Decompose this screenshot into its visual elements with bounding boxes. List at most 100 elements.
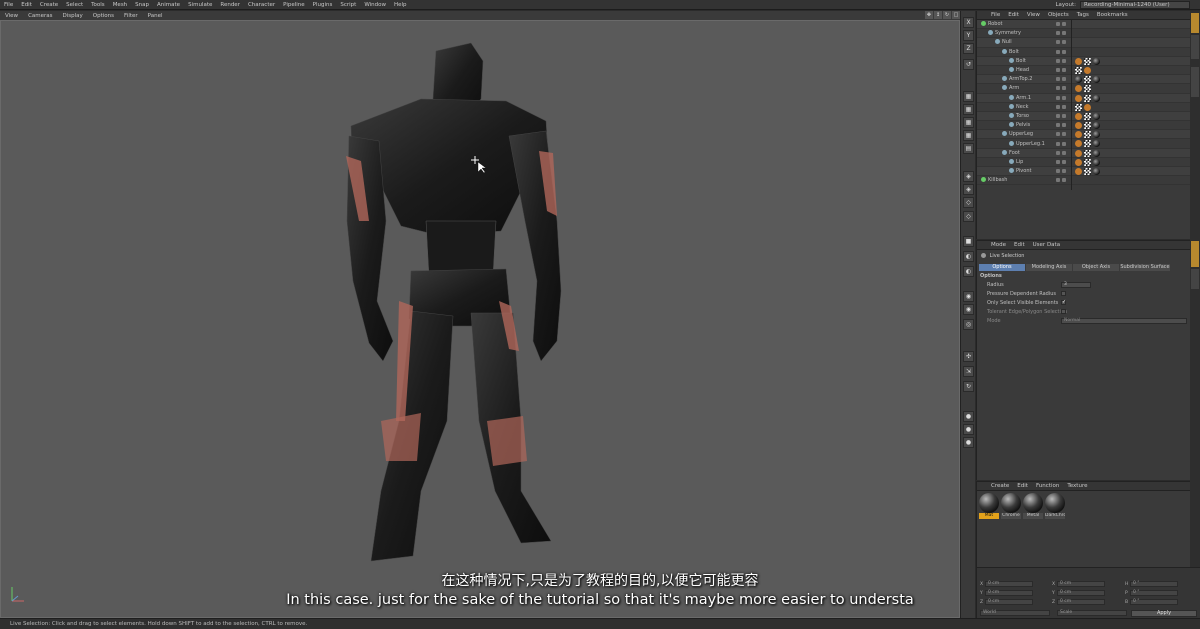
- menu-animate[interactable]: Animate: [153, 0, 184, 10]
- object-row[interactable]: Foot: [977, 148, 1190, 158]
- material-tag-icon[interactable]: [1093, 140, 1100, 148]
- uvw-tag-icon[interactable]: [1075, 66, 1082, 74]
- object-row[interactable]: Torso: [977, 111, 1190, 122]
- rotate-view-icon[interactable]: ↻: [943, 11, 951, 19]
- scale-tool-icon[interactable]: ⇲: [963, 366, 974, 377]
- visibility-render-icon[interactable]: [1062, 40, 1066, 45]
- workplane-icon[interactable]: ◇: [963, 197, 974, 208]
- tab-modeling-axis[interactable]: Modeling Axis: [1026, 264, 1072, 271]
- am-menu-edit[interactable]: Edit: [1010, 242, 1029, 248]
- tolerant-selection-checkbox[interactable]: [1061, 309, 1066, 314]
- visibility-render-icon[interactable]: [1062, 178, 1066, 183]
- visibility-render-icon[interactable]: [1062, 31, 1066, 36]
- object-row[interactable]: Killbash: [977, 176, 1190, 186]
- visibility-render-icon[interactable]: [1062, 123, 1066, 128]
- radius-field[interactable]: 3: [1061, 282, 1091, 288]
- object-row[interactable]: Bolt: [977, 56, 1190, 66]
- object-row[interactable]: Arm.1: [977, 93, 1190, 103]
- material-tag-icon[interactable]: [1093, 168, 1100, 175]
- object-row[interactable]: Bolt: [977, 48, 1190, 57]
- visibility-editor-icon[interactable]: [1056, 104, 1060, 109]
- uvw-tag-icon[interactable]: [1084, 76, 1091, 84]
- uvw-tag-icon[interactable]: [1084, 122, 1091, 130]
- uv-mode-icon[interactable]: ▦: [963, 130, 974, 141]
- phong-tag-icon[interactable]: [1084, 66, 1091, 74]
- visibility-render-icon[interactable]: [1062, 77, 1066, 82]
- om-menu-tags[interactable]: Tags: [1073, 12, 1093, 18]
- visibility-editor-icon[interactable]: [1056, 169, 1060, 174]
- menu-file[interactable]: File: [0, 0, 17, 10]
- visibility-render-icon[interactable]: [1062, 58, 1066, 63]
- phong-tag-icon[interactable]: [1075, 131, 1082, 139]
- menu-character[interactable]: Character: [244, 0, 279, 10]
- menu-help[interactable]: Help: [390, 0, 411, 10]
- material-tag-icon[interactable]: [1093, 158, 1100, 166]
- visibility-editor-icon[interactable]: [1056, 178, 1060, 183]
- material-swatch[interactable]: Chrome: [1001, 493, 1021, 520]
- menu-simulate[interactable]: Simulate: [184, 0, 216, 10]
- lock-y-button[interactable]: Y: [963, 30, 974, 41]
- polygons-mode-icon[interactable]: ▦: [963, 117, 974, 128]
- uvw-tag-icon[interactable]: [1084, 94, 1091, 102]
- tab-subdivision-surface[interactable]: Subdivision Surface: [1120, 264, 1170, 271]
- visibility-editor-icon[interactable]: [1056, 123, 1060, 128]
- om-menu-edit[interactable]: Edit: [1004, 12, 1023, 18]
- object-row[interactable]: UpperLeg.1: [977, 139, 1190, 149]
- cube-icon[interactable]: ■: [963, 236, 974, 247]
- only-visible-checkbox[interactable]: ✓: [1061, 300, 1066, 305]
- material-tag-icon[interactable]: [1075, 76, 1082, 84]
- menu-tools[interactable]: Tools: [87, 0, 109, 10]
- mm-menu-texture[interactable]: Texture: [1063, 483, 1091, 489]
- om-menu-view[interactable]: View: [1023, 12, 1044, 18]
- uvw-tag-icon[interactable]: [1075, 103, 1082, 111]
- object-row[interactable]: Symmetry: [977, 29, 1190, 39]
- zoom-view-icon[interactable]: ↕: [934, 11, 942, 19]
- maximize-view-icon[interactable]: □: [952, 11, 960, 19]
- visibility-editor-icon[interactable]: [1056, 141, 1060, 146]
- visibility-render-icon[interactable]: [1062, 169, 1066, 174]
- am-menu-mode[interactable]: Mode: [987, 242, 1010, 248]
- tab-attributes-vertical[interactable]: [1191, 241, 1199, 267]
- tab-takes-vertical[interactable]: [1191, 35, 1199, 59]
- phong-tag-icon[interactable]: [1075, 112, 1082, 120]
- model-mode-icon[interactable]: ▤: [963, 143, 974, 154]
- uvw-tag-icon[interactable]: [1084, 85, 1091, 93]
- phong-tag-icon[interactable]: [1075, 94, 1082, 102]
- mm-menu-create[interactable]: Create: [987, 483, 1013, 489]
- object-row[interactable]: Lip: [977, 158, 1190, 167]
- viewport-menu-cameras[interactable]: Cameras: [23, 13, 57, 19]
- viewport-menu-filter[interactable]: Filter: [119, 13, 143, 19]
- mm-menu-function[interactable]: Function: [1032, 483, 1063, 489]
- apply-button[interactable]: Apply: [1131, 610, 1197, 617]
- viewport-menu-display[interactable]: Display: [58, 13, 88, 19]
- object-row[interactable]: Arm: [977, 84, 1190, 94]
- light-icon[interactable]: ●: [963, 424, 974, 435]
- menu-render[interactable]: Render: [216, 0, 244, 10]
- visibility-render-icon[interactable]: [1062, 113, 1066, 118]
- coord-scale-dropdown[interactable]: Scale: [1057, 610, 1127, 616]
- visibility-editor-icon[interactable]: [1056, 132, 1060, 137]
- viewport-menu-panel[interactable]: Panel: [143, 13, 168, 19]
- visibility-editor-icon[interactable]: [1056, 159, 1060, 164]
- uvw-tag-icon[interactable]: [1084, 158, 1091, 166]
- material-tag-icon[interactable]: [1093, 94, 1100, 102]
- object-row[interactable]: Neck: [977, 103, 1190, 112]
- lock-x-button[interactable]: X: [963, 17, 974, 28]
- visibility-editor-icon[interactable]: [1056, 95, 1060, 100]
- visibility-render-icon[interactable]: [1062, 132, 1066, 137]
- object-row[interactable]: Pelvis: [977, 121, 1190, 131]
- visibility-editor-icon[interactable]: [1056, 150, 1060, 155]
- uvw-tag-icon[interactable]: [1084, 57, 1091, 65]
- points-mode-icon[interactable]: ▦: [963, 91, 974, 102]
- uvw-tag-icon[interactable]: [1084, 168, 1091, 175]
- viewport-menu-options[interactable]: Options: [88, 13, 119, 19]
- visibility-editor-icon[interactable]: [1056, 58, 1060, 63]
- visibility-editor-icon[interactable]: [1056, 49, 1060, 54]
- material-tag-icon[interactable]: [1093, 122, 1100, 130]
- object-row[interactable]: Head: [977, 66, 1190, 76]
- visibility-editor-icon[interactable]: [1056, 40, 1060, 45]
- visibility-render-icon[interactable]: [1062, 159, 1066, 164]
- phong-tag-icon[interactable]: [1075, 140, 1082, 148]
- visibility-editor-icon[interactable]: [1056, 113, 1060, 118]
- visibility-render-icon[interactable]: [1062, 104, 1066, 109]
